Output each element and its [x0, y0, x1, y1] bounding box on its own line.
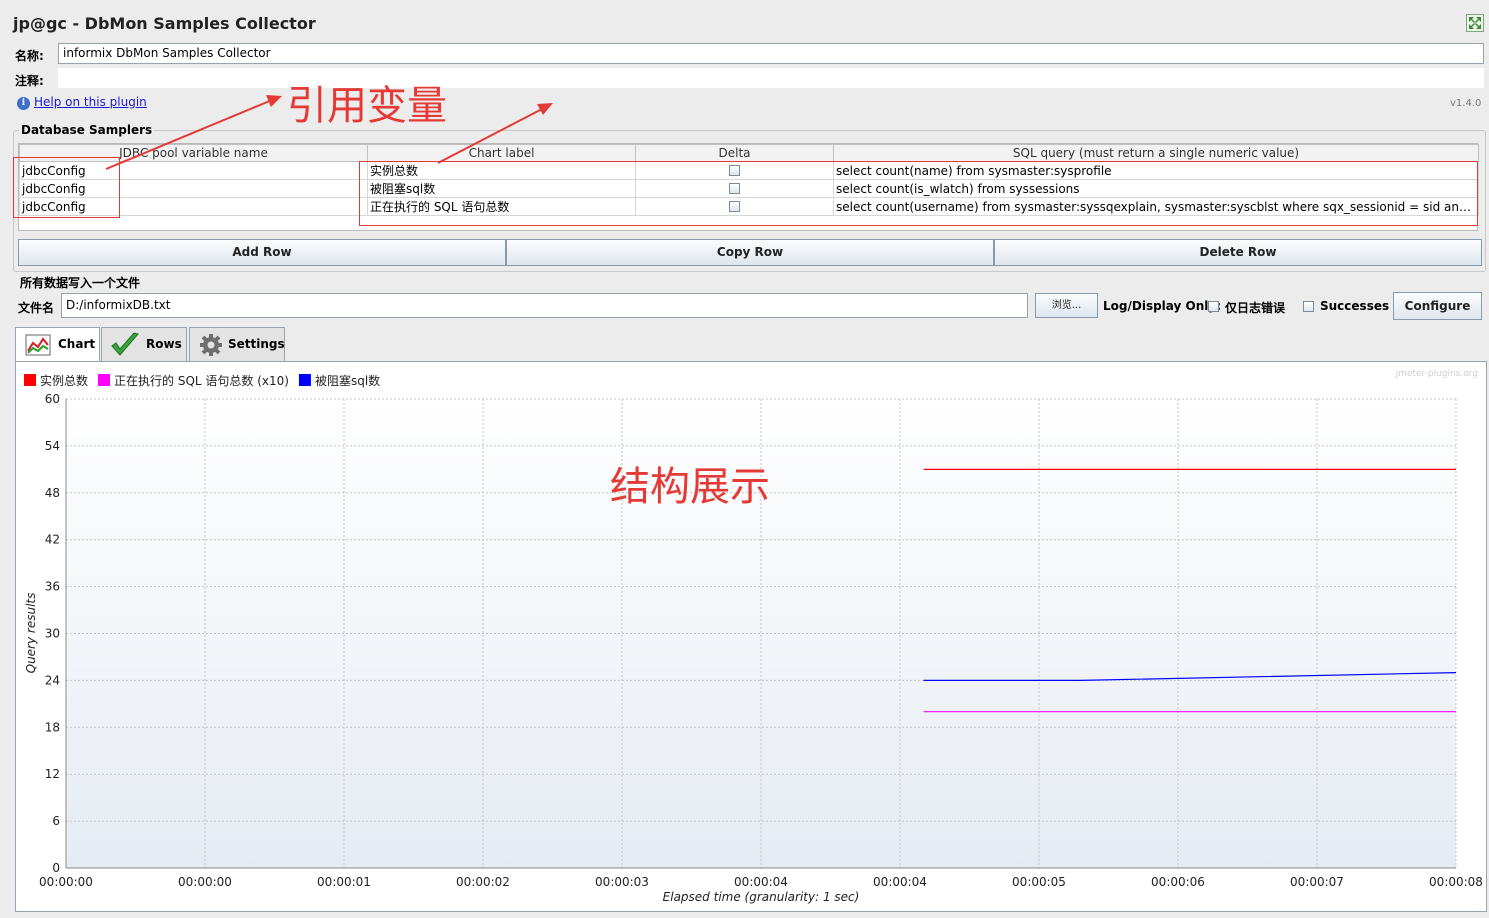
tab-chart-label: Chart	[58, 337, 96, 351]
expand-icon[interactable]	[1466, 14, 1484, 32]
file-section-title: 所有数据写入一个文件	[20, 276, 141, 290]
tab-settings[interactable]: Settings	[189, 327, 285, 361]
column-header-sql[interactable]: SQL query (must return a single numeric …	[833, 144, 1479, 162]
legend-label: 实例总数	[40, 373, 88, 388]
x-tick-label: 00:00:00	[39, 875, 93, 889]
legend-label: 被阻塞sql数	[315, 373, 380, 388]
arrow-head-2	[537, 103, 553, 115]
add-row-button[interactable]: Add Row	[18, 239, 506, 266]
x-tick-label: 00:00:04	[873, 875, 927, 889]
arrow-line-2	[437, 107, 545, 164]
y-tick-label: 36	[45, 580, 60, 594]
x-tick-label: 00:00:08	[1429, 875, 1483, 889]
x-tick-label: 00:00:06	[1151, 875, 1205, 889]
copy-row-button[interactable]: Copy Row	[506, 239, 994, 266]
delete-row-button[interactable]: Delete Row	[994, 239, 1482, 266]
legend-swatch	[98, 374, 111, 386]
y-tick-label: 0	[52, 861, 60, 875]
errors-only-checkbox[interactable]	[1208, 301, 1219, 312]
y-tick-label: 18	[45, 720, 60, 734]
file-name-input[interactable]: D:/informixDB.txt	[61, 293, 1028, 318]
x-tick-label: 00:00:02	[456, 875, 510, 889]
tab-rows[interactable]: Rows	[101, 327, 187, 361]
file-name-label: 文件名	[18, 301, 55, 315]
y-tick-label: 48	[45, 486, 60, 500]
successes-label: Successes	[1320, 299, 1390, 313]
gear-icon	[200, 334, 222, 356]
log-display-label: Log/Display Only:	[1103, 299, 1221, 313]
y-tick-label: 42	[45, 533, 60, 547]
tab-chart[interactable]: Chart	[15, 327, 100, 362]
legend: 实例总数 正在执行的 SQL 语句总数 (x10) 被阻塞sql数	[24, 373, 380, 388]
x-tick-label: 00:00:07	[1290, 875, 1344, 889]
y-tick-label: 60	[45, 392, 60, 406]
chart-icon	[25, 334, 51, 356]
annotation-reference-vars: 引用变量	[287, 83, 447, 129]
y-tick-label: 54	[45, 439, 60, 453]
successes-checkbox[interactable]	[1303, 301, 1314, 312]
x-tick-label: 00:00:00	[178, 875, 232, 889]
version-label: v1.4.0	[1450, 98, 1482, 109]
x-tick-label: 00:00:03	[595, 875, 649, 889]
y-tick-label: 12	[45, 767, 60, 781]
watermark: jmeter-plugins.org	[1395, 369, 1478, 379]
tab-rows-label: Rows	[146, 337, 182, 351]
chart-svg: 06121824303642485460 00:00:00 00:00:00 00:…	[24, 369, 1483, 904]
x-tick-label: 00:00:05	[1012, 875, 1066, 889]
legend-swatch	[298, 374, 311, 386]
legend-label: 正在执行的 SQL 语句总数 (x10)	[114, 373, 289, 388]
y-tick-label: 24	[45, 673, 60, 687]
x-axis-label: Elapsed time (granularity: 1 sec)	[663, 890, 860, 904]
tab-settings-label: Settings	[228, 337, 285, 351]
x-tick-label: 00:00:04	[734, 875, 788, 889]
configure-button[interactable]: Configure	[1393, 292, 1482, 320]
legend-swatch	[24, 374, 36, 386]
x-tick-label: 00:00:01	[317, 875, 371, 889]
checkmark-icon	[111, 332, 139, 356]
arrow-line-1	[105, 99, 273, 170]
annotation-structure-display: 结构展示	[610, 464, 770, 510]
y-tick-label: 6	[52, 814, 60, 828]
browse-button[interactable]: 浏览...	[1035, 293, 1098, 318]
y-tick-labels: 0 6 12 18 24 30 36 42 48 54 60	[45, 392, 60, 875]
y-tick-label: 30	[45, 627, 60, 641]
errors-only-label: 仅日志错误	[1225, 301, 1286, 315]
x-tick-labels: 00:00:00 00:00:00 00:00:01 00:00:02 00:00:03…	[39, 875, 1483, 889]
chart-panel: 0 6 12 18 24 30 36 42 48 54 60 00:00:00 00:00:00 00:…	[15, 361, 1487, 912]
y-axis-label: Query results	[24, 593, 38, 674]
column-header-delta[interactable]: Delta	[635, 144, 834, 162]
expand-arrows-icon	[1469, 17, 1481, 29]
